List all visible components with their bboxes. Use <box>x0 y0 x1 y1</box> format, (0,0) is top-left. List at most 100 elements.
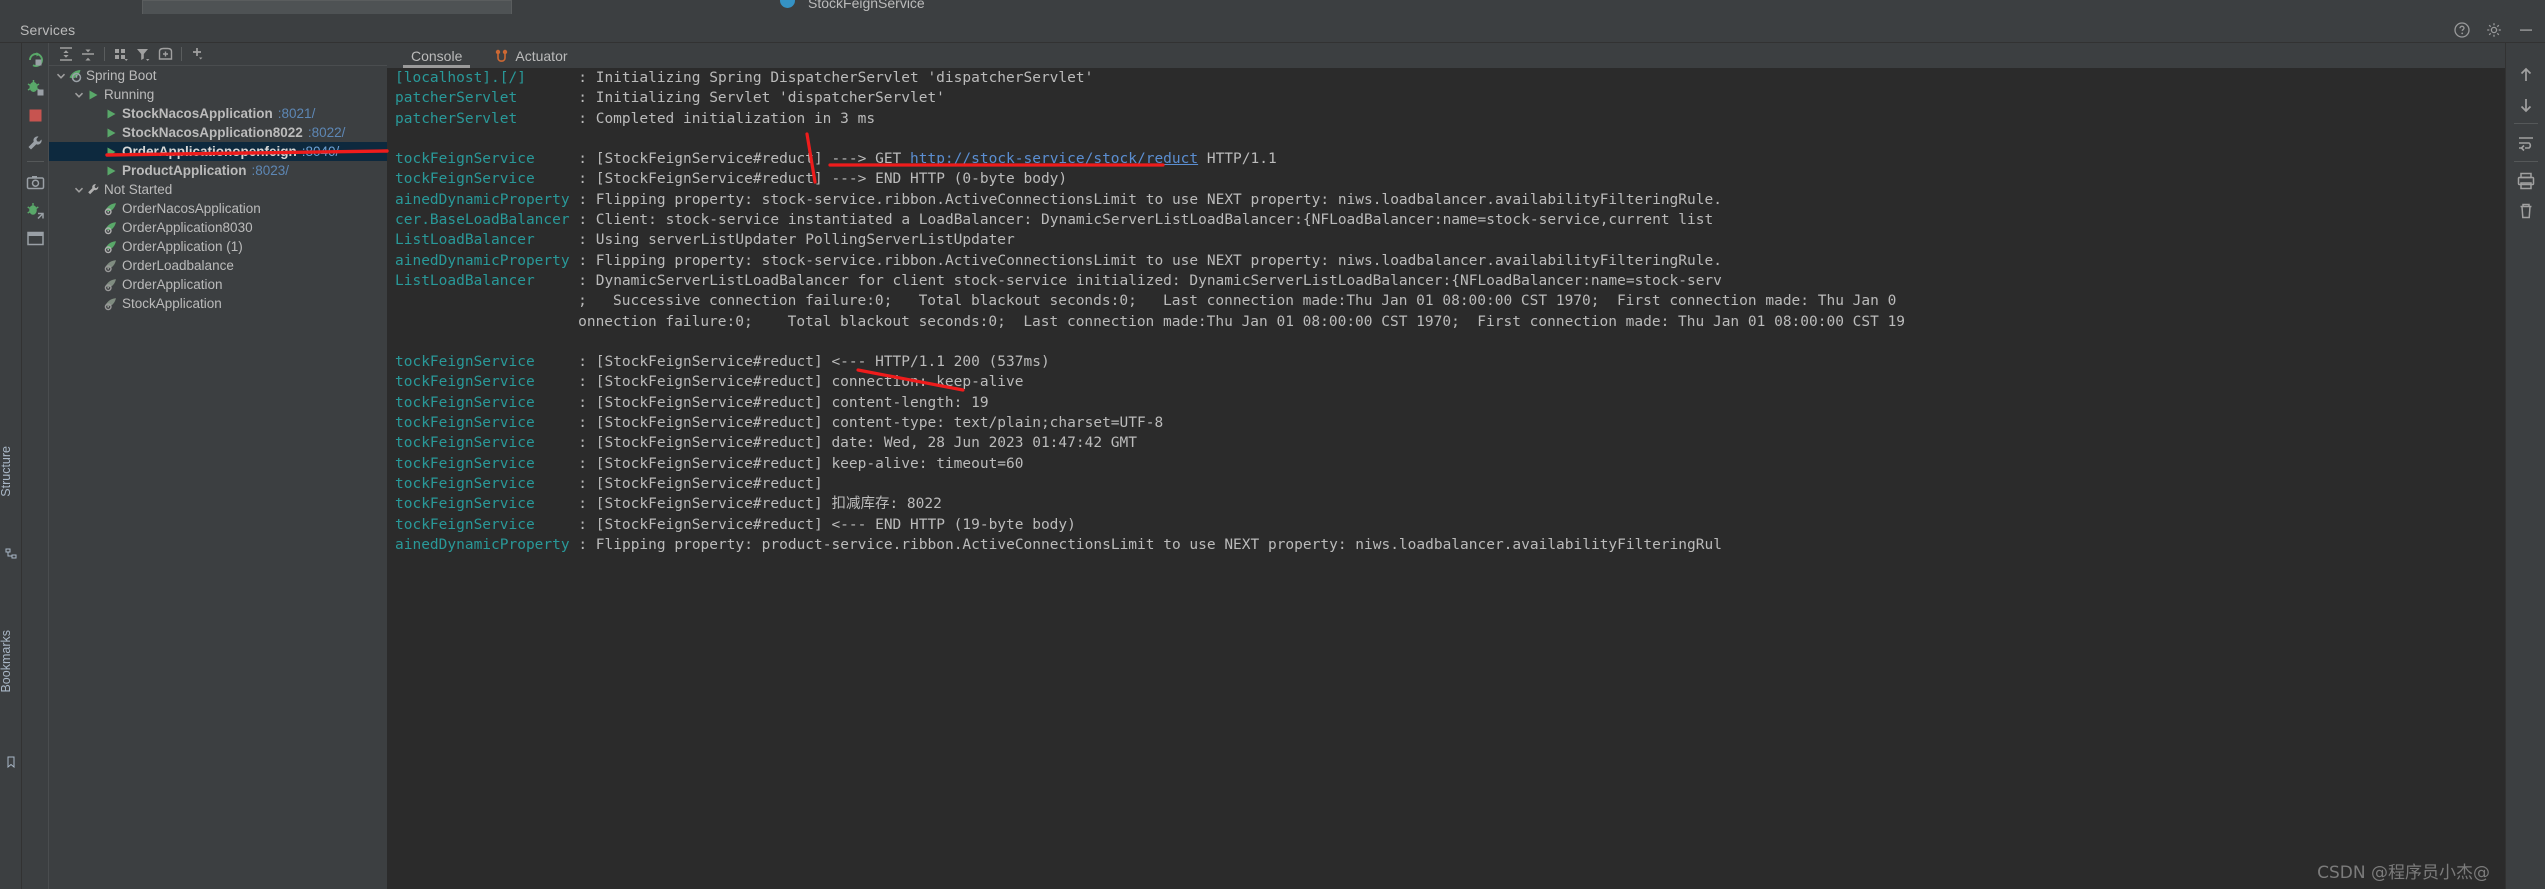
console-message: : Initializing Servlet 'dispatcherServle… <box>578 90 945 107</box>
tree-row-label: StockNacosApplication8022 <box>122 125 303 140</box>
console-message: : [StockFeignService#reduct] content-len… <box>578 394 989 411</box>
tree-row[interactable]: OrderApplication (1) <box>49 237 387 256</box>
tool-window-header: Services <box>0 18 2545 43</box>
spring-boot-icon <box>67 66 83 85</box>
settings-icon[interactable] <box>2485 21 2503 39</box>
editor-tab-strip-remnant: StockFeignService <box>0 0 2545 18</box>
filter-icon[interactable] <box>132 44 154 64</box>
tree-row-port: :8040/ <box>301 144 340 159</box>
console-line: ainedDynamicProperty: Flipping property:… <box>387 251 2522 271</box>
bookmarks-icon[interactable] <box>5 755 17 769</box>
console-message: : Flipping property: stock-service.ribbo… <box>578 191 1722 208</box>
tool-window-header-actions <box>2453 21 2535 39</box>
spring-config-icon <box>103 199 119 218</box>
console-line: tockFeignService: [StockFeignService#red… <box>387 169 2522 189</box>
editor-tab-ghost[interactable] <box>142 0 512 14</box>
console-output[interactable]: [localhost].[/]: Initializing Spring Dis… <box>387 68 2522 889</box>
structure-icon[interactable] <box>5 547 17 559</box>
tree-row-label: Not Started <box>104 182 173 197</box>
console-link[interactable]: http://stock-service/stock/reduct <box>910 151 1198 167</box>
collapse-all-icon[interactable] <box>77 44 99 64</box>
tree-row[interactable]: OrderApplicationopenfeign:8040/ <box>49 142 387 161</box>
tree-row[interactable]: StockApplication <box>49 294 387 313</box>
services-action-rail <box>22 43 49 889</box>
hide-icon[interactable] <box>2517 21 2535 39</box>
console-action-rail <box>2505 43 2545 889</box>
tab-actuator-label: Actuator <box>515 48 568 64</box>
tree-row[interactable]: ProductApplication:8023/ <box>49 161 387 180</box>
structure-rail-label[interactable]: Structure <box>0 446 21 497</box>
console-line: tockFeignService: [StockFeignService#red… <box>387 372 2522 392</box>
tree-row[interactable]: OrderNacosApplication <box>49 199 387 218</box>
wrench-icon[interactable] <box>26 134 45 153</box>
soft-wrap-icon[interactable] <box>2516 133 2536 153</box>
spring-config-gray-icon <box>103 275 119 294</box>
console-logger: tockFeignService <box>395 374 535 391</box>
chevron-down-icon[interactable] <box>73 85 85 104</box>
console-message: : Initializing Spring DispatcherServlet … <box>578 70 1094 86</box>
chevron-down-icon[interactable] <box>73 180 85 199</box>
scroll-up-icon[interactable] <box>2516 65 2536 85</box>
tab-console[interactable]: Console <box>397 44 476 68</box>
action-divider-2 <box>2514 161 2538 162</box>
tree-row-label: ProductApplication <box>122 163 247 178</box>
tree-row[interactable]: Running <box>49 85 387 104</box>
console-message: : [StockFeignService#reduct] <--- END HT… <box>578 516 1076 533</box>
services-tree[interactable]: Spring Boot Running StockNacosApplication:… <box>49 66 387 889</box>
console-logger: tockFeignService <box>395 415 535 432</box>
console-line: tockFeignService: [StockFeignService#red… <box>387 494 2522 514</box>
tree-row[interactable]: OrderApplication <box>49 275 387 294</box>
tree-row[interactable]: OrderLoadbalance <box>49 256 387 275</box>
tree-row[interactable]: StockNacosApplication:8021/ <box>49 104 387 123</box>
console-message: : [StockFeignService#reduct] date: Wed, … <box>578 435 1137 452</box>
add-icon[interactable] <box>187 44 209 64</box>
console-message: : [StockFeignService#reduct] 扣减库存: 8022 <box>578 496 942 513</box>
expand-all-icon[interactable] <box>55 44 77 64</box>
tree-row[interactable]: Not Started <box>49 180 387 199</box>
tree-row[interactable]: OrderApplication8030 <box>49 218 387 237</box>
console-logger: ainedDynamicProperty <box>395 536 570 553</box>
console-content-area: Console Actuator [localhost].[/]: Initia… <box>387 43 2545 889</box>
rerun-icon[interactable] <box>26 50 45 69</box>
console-message-tail: HTTP/1.1 <box>1198 151 1277 168</box>
console-logger: tockFeignService <box>395 516 535 533</box>
stop-icon[interactable] <box>26 106 45 125</box>
console-line: ; Successive connection failure:0; Total… <box>387 291 2522 311</box>
group-by-icon[interactable] <box>110 44 132 64</box>
console-logger: tockFeignService <box>395 435 535 452</box>
console-message: : Client: stock-service instantiated a L… <box>578 212 1714 229</box>
console-logger: tockFeignService <box>395 475 535 492</box>
console-logger: patcherServlet <box>395 110 518 127</box>
scroll-down-icon[interactable] <box>2516 95 2536 115</box>
tab-actuator[interactable]: Actuator <box>480 44 581 68</box>
tree-row-label: StockNacosApplication <box>122 106 273 121</box>
add-tab-icon[interactable] <box>154 44 176 64</box>
console-logger: cer.BaseLoadBalancer <box>395 212 570 229</box>
watermark: CSDN @程序员小杰@ <box>2317 863 2490 883</box>
console-line: ainedDynamicProperty: Flipping property:… <box>387 190 2522 210</box>
tab-console-label: Console <box>411 48 463 64</box>
camera-icon[interactable] <box>26 173 45 192</box>
console-message: : Flipping property: product-service.rib… <box>578 536 1722 553</box>
tree-row[interactable]: Spring Boot <box>49 66 387 85</box>
print-icon[interactable] <box>2516 171 2536 191</box>
bookmarks-rail-label[interactable]: Bookmarks <box>0 630 21 693</box>
console-message: : Using serverListUpdater PollingServerL… <box>578 232 1015 249</box>
tree-row[interactable]: StockNacosApplication8022:8022/ <box>49 123 387 142</box>
layout-icon[interactable] <box>26 229 45 248</box>
debug-attach-icon[interactable] <box>26 201 45 220</box>
console-line: tockFeignService: [StockFeignService#red… <box>387 474 2522 494</box>
tree-row-label: OrderNacosApplication <box>122 201 261 216</box>
chevron-down-icon[interactable] <box>55 66 67 85</box>
console-line: tockFeignService: [StockFeignService#red… <box>387 454 2522 474</box>
debug-icon[interactable] <box>26 78 45 97</box>
trash-icon[interactable] <box>2516 201 2536 221</box>
console-line: onnection failure:0; Total blackout seco… <box>387 312 2522 332</box>
toolbar-divider-1 <box>104 47 105 61</box>
console-line: cer.BaseLoadBalancer : Client: stock-serv… <box>387 210 2522 230</box>
help-icon[interactable] <box>2453 21 2471 39</box>
